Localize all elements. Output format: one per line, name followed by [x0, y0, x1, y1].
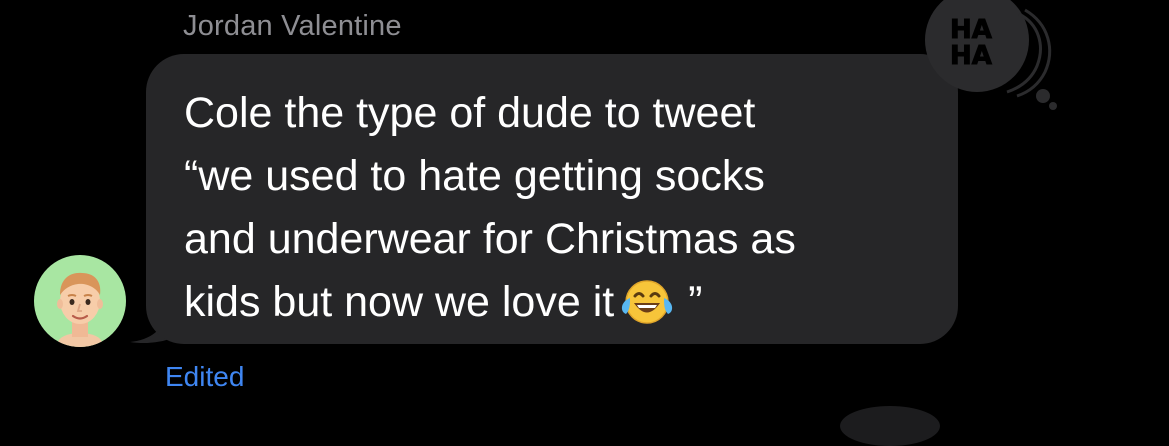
memoji-face-icon	[57, 272, 103, 347]
avatar[interactable]	[34, 255, 126, 347]
tapback-line-2: HA	[950, 41, 992, 71]
tears-of-joy-emoji-icon	[618, 276, 676, 326]
closing-quote: ”	[688, 278, 703, 326]
next-message-peek	[840, 406, 940, 446]
sender-name: Jordan Valentine	[183, 10, 402, 42]
message-bubble[interactable]: Cole the type of dude to tweet “we used …	[130, 54, 960, 346]
message-text: Cole the type of dude to tweet “we used …	[184, 89, 796, 326]
edited-label[interactable]: Edited	[165, 361, 244, 393]
haha-reaction-icon: HA HA	[925, 0, 1057, 110]
haha-tapback-badge[interactable]: HA HA	[915, 0, 1065, 115]
